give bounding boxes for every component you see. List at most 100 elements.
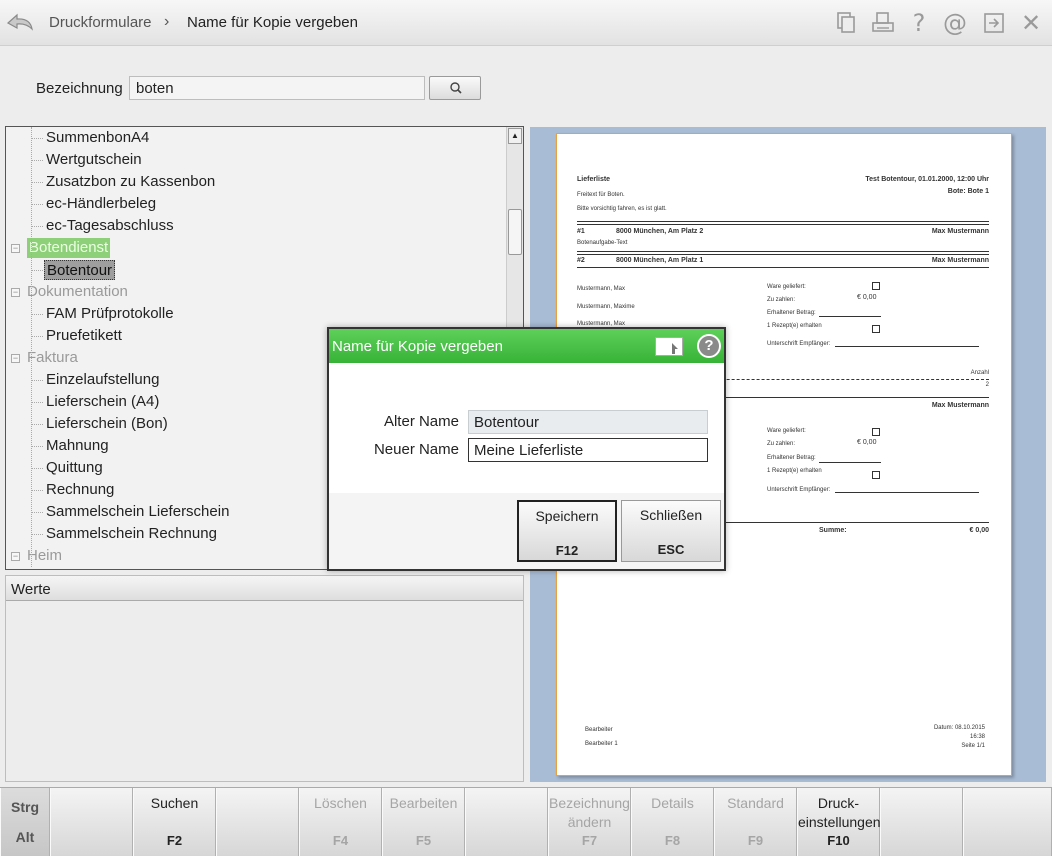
alt-label: Alt [15, 829, 35, 845]
tree-collapse-icon[interactable]: − [11, 552, 20, 561]
preview-tour: Test Botentour, 01.01.2000, 12:00 Uhr [865, 176, 989, 183]
dialog-window-icon[interactable] [655, 337, 683, 356]
fkey-shortcut: F4 [332, 833, 349, 848]
fkey-f5[interactable]: Bearbeiten F5 [382, 788, 465, 856]
fkey-empty[interactable] [963, 788, 1052, 856]
email-at-icon[interactable]: @ [942, 10, 968, 36]
fkey-label: Standard [727, 795, 784, 811]
preview-stop2-name: Max Mustermann [931, 257, 989, 264]
tree-item[interactable]: Rechnung [46, 480, 114, 500]
preview-title: Lieferliste [577, 176, 611, 183]
tree-collapse-icon[interactable]: − [11, 244, 20, 253]
dialog-body: Alter Name Neuer Name [329, 363, 724, 493]
dialog-help-icon[interactable]: ? [697, 334, 721, 358]
fkey-empty[interactable] [216, 788, 299, 856]
new-name-input[interactable] [468, 438, 708, 462]
function-key-bar: Strg Alt Suchen F2 Löschen F4 Bearbeiten F5 Be… [0, 787, 1052, 856]
search-label: Bezeichnung [36, 80, 123, 97]
fkey-f2[interactable]: Suchen F2 [133, 788, 216, 856]
new-name-label: Neuer Name [373, 441, 459, 458]
tree-group-botendienst[interactable]: Botendienst [27, 238, 111, 258]
tree-item[interactable]: Pruefetikett [46, 326, 122, 346]
fkey-empty[interactable] [50, 788, 133, 856]
close-dialog-button[interactable]: Schließen ESC [621, 500, 721, 562]
tree-group-heim[interactable]: Heim [27, 546, 62, 566]
tree-item[interactable]: FAM Prüfprotokolle [46, 304, 174, 324]
fkey-label: Bezeichnung ändern [549, 795, 630, 830]
preview-rezept2: 1 Rezept(e) erhalten [767, 468, 822, 474]
preview-ware2: Ware geliefert: [767, 428, 806, 434]
print-icon[interactable] [870, 10, 896, 36]
fkey-f9[interactable]: Standard F9 [714, 788, 797, 856]
fkey-shortcut: F5 [415, 833, 432, 848]
fkey-empty[interactable] [880, 788, 963, 856]
preview-anzahl-val: 2 [985, 382, 989, 388]
tree-collapse-icon[interactable]: − [11, 354, 20, 363]
window-switch-icon[interactable] [981, 10, 1007, 36]
preview-note: Bitte vorsichtig fahren, es ist glatt. [577, 206, 667, 212]
breadcrumb-current: Name für Kopie vergeben [187, 14, 358, 31]
fkey-f7[interactable]: Bezeichnung ändern F7 [548, 788, 631, 856]
werte-header: Werte [6, 576, 523, 601]
preview-zuzahlen: Zu zahlen: [767, 297, 796, 303]
tree-item[interactable]: Quittung [46, 458, 103, 478]
scroll-thumb[interactable] [508, 209, 522, 255]
save-button[interactable]: Speichern F12 [517, 500, 617, 562]
preview-anzahl: Anzahl [970, 370, 989, 376]
tree-item[interactable]: SummenbonA4 [46, 128, 149, 148]
preview-bearbeiter1: Bearbeiter 1 [585, 741, 618, 747]
fkey-shortcut: F7 [581, 833, 598, 848]
fkey-shortcut: F8 [664, 833, 681, 848]
preview-erhalten: Erhaltener Betrag: [767, 310, 816, 316]
preview-seite: Seite 1/1 [961, 743, 985, 749]
tree-group-dokumentation[interactable]: Dokumentation [27, 282, 128, 302]
tree-item[interactable]: ec-Tagesabschluss [46, 216, 174, 236]
strg-alt-key[interactable]: Strg Alt [0, 788, 50, 856]
preview-summe: Summe: [819, 527, 847, 534]
tree-item[interactable]: Lieferschein (Bon) [46, 414, 168, 434]
back-arrow-icon [6, 13, 33, 31]
save-button-label: Speichern [535, 508, 599, 524]
tree-item[interactable]: Sammelschein Rechnung [46, 524, 217, 544]
preview-unterschrift: Unterschrift Empfänger: [767, 341, 831, 347]
breadcrumb-druckformulare[interactable]: Druckformulare [49, 14, 152, 31]
werte-panel: Werte [5, 575, 524, 782]
fkey-empty[interactable] [465, 788, 548, 856]
preview-stop1-addr: 8000 München, Am Platz 2 [616, 228, 704, 235]
preview-person2: Mustermann, Maxime [577, 304, 635, 310]
preview-stop2-no: #2 [577, 257, 585, 264]
preview-bearbeiter: Bearbeiter [585, 727, 613, 733]
fkey-label: Löschen [314, 795, 367, 811]
tree-item[interactable]: Lieferschein (A4) [46, 392, 159, 412]
back-button[interactable] [4, 7, 36, 37]
fkey-f10[interactable]: Druck-einstellungen F10 [797, 788, 881, 856]
tree-item[interactable]: Zusatzbon zu Kassenbon [46, 172, 215, 192]
tree-item[interactable]: ec-Händlerbeleg [46, 194, 156, 214]
preview-person1: Mustermann, Max [577, 286, 626, 292]
fkey-shortcut: F10 [827, 833, 850, 848]
copy-document-icon[interactable] [833, 10, 859, 36]
close-icon[interactable]: ✕ [1018, 10, 1044, 36]
tree-item[interactable]: Einzelaufstellung [46, 370, 159, 390]
tree-item[interactable]: Mahnung [46, 436, 109, 456]
fkey-shortcut: F2 [166, 833, 183, 848]
tree-item[interactable]: Wertgutschein [46, 150, 142, 170]
tree-group-faktura[interactable]: Faktura [27, 348, 78, 368]
breadcrumb-separator: › [164, 13, 170, 30]
rename-copy-dialog: Name für Kopie vergeben ? Alter Name Neu… [327, 327, 726, 571]
help-icon[interactable]: ? [906, 10, 932, 36]
search-input[interactable] [129, 76, 425, 100]
fkey-f8[interactable]: Details F8 [631, 788, 714, 856]
preview-betrag: € 0,00 [857, 294, 877, 301]
preview-datum: Datum: 08.10.2015 [933, 725, 985, 731]
search-button[interactable] [429, 76, 481, 100]
fkey-f4[interactable]: Löschen F4 [299, 788, 382, 856]
preview-betrag2: € 0,00 [857, 439, 877, 446]
tree-collapse-icon[interactable]: − [11, 288, 20, 297]
fkey-label: Bearbeiten [389, 795, 458, 811]
tree-item[interactable]: Botentour [44, 260, 116, 280]
scroll-up-arrow-icon[interactable]: ▲ [508, 128, 522, 144]
old-name-label: Alter Name [383, 413, 459, 430]
tree-item[interactable]: Sammelschein Lieferschein [46, 502, 229, 522]
search-icon [450, 82, 462, 94]
